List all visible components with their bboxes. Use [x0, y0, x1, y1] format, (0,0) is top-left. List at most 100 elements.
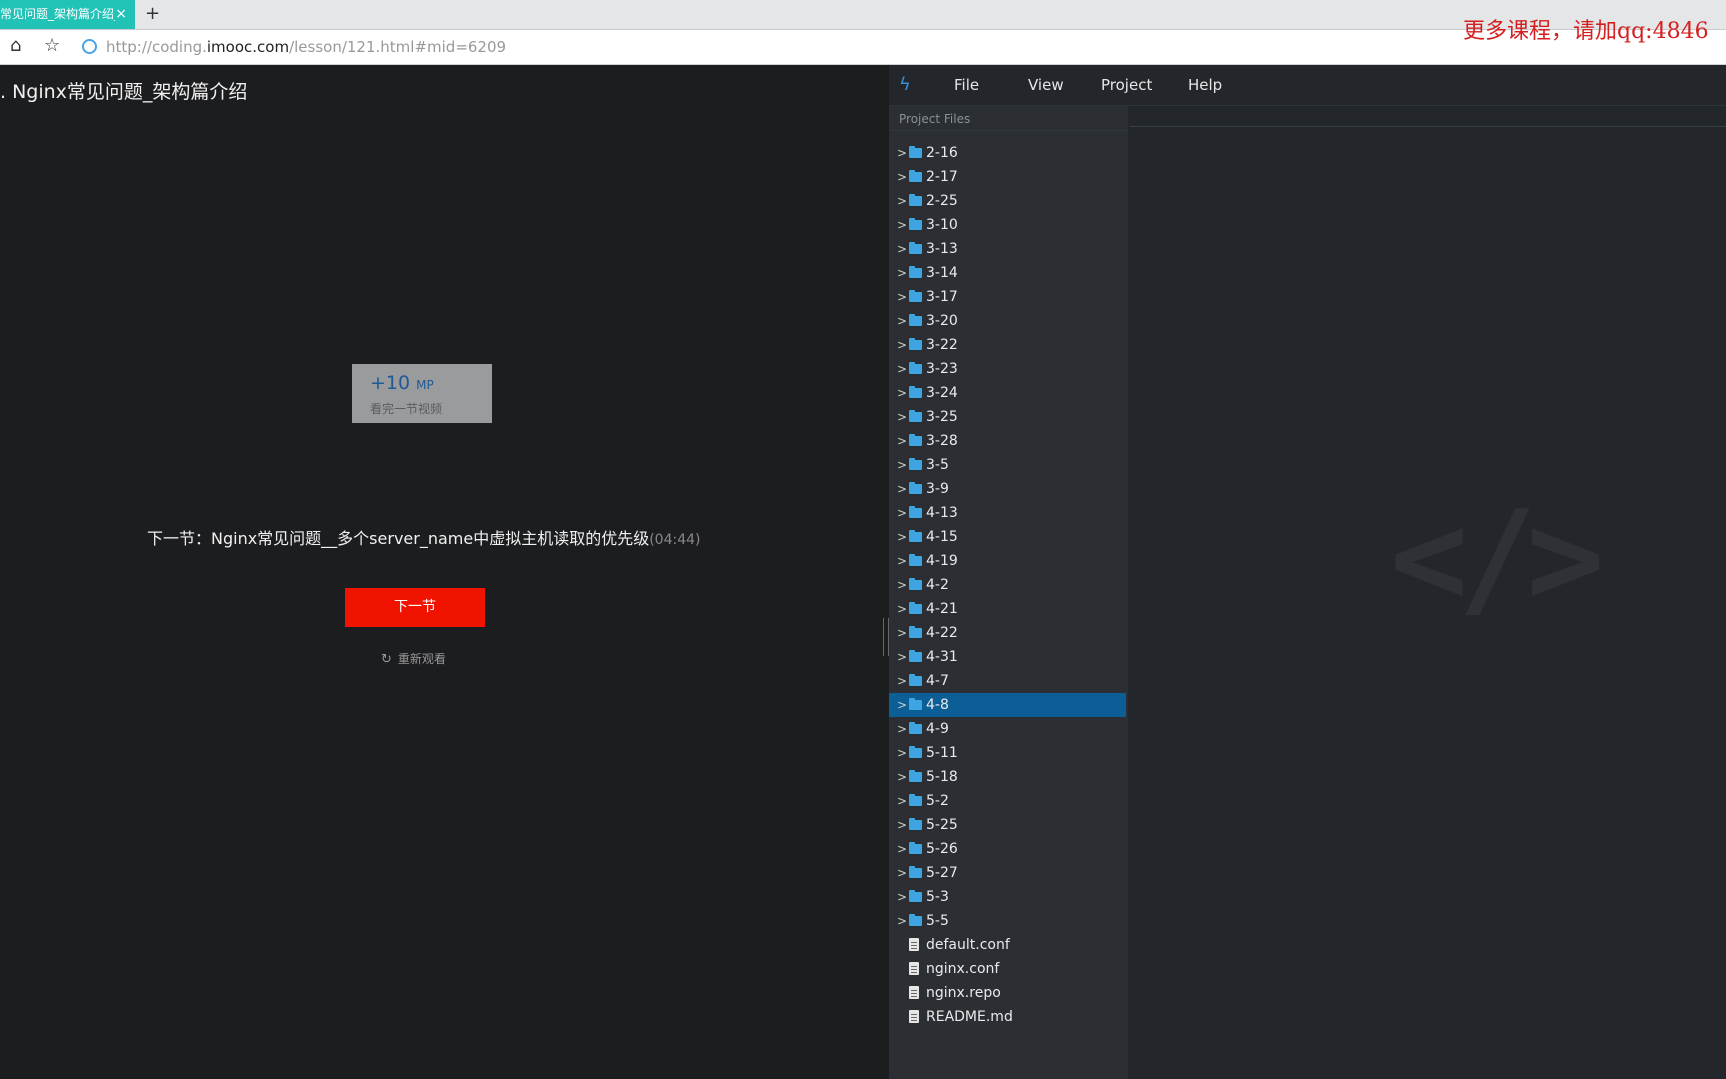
chevron-right-icon[interactable]: > [897, 285, 907, 309]
menu-file[interactable]: File [954, 76, 979, 94]
tree-folder-item[interactable]: >3-23 [889, 357, 1126, 381]
folder-icon [909, 914, 922, 926]
mp-reward-card: +10 MP 看完一节视频 [352, 364, 492, 423]
chevron-right-icon[interactable]: > [897, 885, 907, 909]
chevron-right-icon[interactable]: > [897, 741, 907, 765]
tree-file-item[interactable]: default.conf [889, 933, 1126, 957]
tree-folder-item[interactable]: >5-27 [889, 861, 1126, 885]
chevron-right-icon[interactable]: > [897, 549, 907, 573]
folder-icon [909, 482, 922, 494]
chevron-right-icon[interactable]: > [897, 693, 907, 717]
folder-icon [909, 770, 922, 782]
tree-folder-item[interactable]: >5-2 [889, 789, 1126, 813]
chevron-right-icon[interactable]: > [897, 141, 907, 165]
tree-folder-item[interactable]: >2-25 [889, 189, 1126, 213]
tree-item-label: 4-15 [926, 529, 958, 545]
chevron-right-icon[interactable]: > [897, 573, 907, 597]
replay-button[interactable]: ↻ 重新观看 [381, 650, 446, 667]
folder-icon [909, 146, 922, 158]
tree-folder-item[interactable]: >3-22 [889, 333, 1126, 357]
chevron-right-icon[interactable]: > [897, 813, 907, 837]
chevron-right-icon[interactable]: > [897, 597, 907, 621]
chevron-right-icon[interactable]: > [897, 333, 907, 357]
tree-folder-item[interactable]: >3-25 [889, 405, 1126, 429]
chevron-right-icon[interactable]: > [897, 429, 907, 453]
file-icon [909, 1010, 919, 1023]
chevron-right-icon[interactable]: > [897, 309, 907, 333]
chevron-right-icon[interactable]: > [897, 525, 907, 549]
tree-folder-item[interactable]: >4-8 [889, 693, 1126, 717]
tree-folder-item[interactable]: >4-19 [889, 549, 1126, 573]
tree-folder-item[interactable]: >3-24 [889, 381, 1126, 405]
tree-folder-item[interactable]: >4-13 [889, 501, 1126, 525]
menu-view[interactable]: View [1028, 76, 1064, 94]
chevron-right-icon[interactable]: > [897, 165, 907, 189]
menu-help[interactable]: Help [1188, 76, 1222, 94]
chevron-right-icon[interactable]: > [897, 837, 907, 861]
chevron-right-icon[interactable]: > [897, 669, 907, 693]
tree-folder-item[interactable]: >3-28 [889, 429, 1126, 453]
tree-folder-item[interactable]: >4-15 [889, 525, 1126, 549]
chevron-right-icon[interactable]: > [897, 621, 907, 645]
chevron-right-icon[interactable]: > [897, 645, 907, 669]
tree-folder-item[interactable]: >4-7 [889, 669, 1126, 693]
url-input[interactable]: http://coding.imooc.com/lesson/121.html#… [106, 37, 506, 57]
close-icon[interactable]: × [115, 0, 127, 29]
home-icon[interactable]: ⌂ [10, 36, 21, 56]
menu-project[interactable]: Project [1101, 76, 1152, 94]
chevron-right-icon[interactable]: > [897, 909, 907, 933]
tree-folder-item[interactable]: >5-18 [889, 765, 1126, 789]
tree-folder-item[interactable]: >5-5 [889, 909, 1126, 933]
tree-folder-item[interactable]: >4-22 [889, 621, 1126, 645]
tree-folder-item[interactable]: >5-3 [889, 885, 1126, 909]
file-icon [909, 962, 919, 975]
chevron-right-icon[interactable]: > [897, 213, 907, 237]
chevron-right-icon[interactable]: > [897, 405, 907, 429]
tree-item-label: 3-23 [926, 361, 958, 377]
chevron-right-icon[interactable]: > [897, 453, 907, 477]
chevron-right-icon[interactable]: > [897, 501, 907, 525]
chevron-right-icon[interactable]: > [897, 477, 907, 501]
folder-icon [909, 506, 922, 518]
tree-folder-item[interactable]: >3-13 [889, 237, 1126, 261]
tree-folder-item[interactable]: >3-14 [889, 261, 1126, 285]
tree-item-label: 4-2 [926, 577, 949, 593]
folder-icon [909, 866, 922, 878]
tree-folder-item[interactable]: >3-5 [889, 453, 1126, 477]
tree-folder-item[interactable]: >5-26 [889, 837, 1126, 861]
chevron-right-icon[interactable]: > [897, 765, 907, 789]
tree-folder-item[interactable]: >3-17 [889, 285, 1126, 309]
tree-item-label: 5-11 [926, 745, 958, 761]
tree-file-item[interactable]: README.md [889, 1005, 1126, 1029]
tab-title: 常见问题_架构篇介绍_ [0, 7, 115, 21]
tree-folder-item[interactable]: >5-25 [889, 813, 1126, 837]
site-security-icon [82, 39, 97, 54]
tree-folder-item[interactable]: >2-17 [889, 165, 1126, 189]
chevron-right-icon[interactable]: > [897, 189, 907, 213]
tree-folder-item[interactable]: >3-9 [889, 477, 1126, 501]
chevron-right-icon[interactable]: > [897, 261, 907, 285]
tree-file-item[interactable]: nginx.conf [889, 957, 1126, 981]
tree-folder-item[interactable]: >4-2 [889, 573, 1126, 597]
tree-folder-item[interactable]: >4-31 [889, 645, 1126, 669]
chevron-right-icon[interactable]: > [897, 717, 907, 741]
tree-file-item[interactable]: nginx.repo [889, 981, 1126, 1005]
chevron-right-icon[interactable]: > [897, 357, 907, 381]
browser-tab[interactable]: 常见问题_架构篇介绍_ × [0, 0, 135, 29]
tree-folder-item[interactable]: >4-21 [889, 597, 1126, 621]
chevron-right-icon[interactable]: > [897, 861, 907, 885]
tree-folder-item[interactable]: >5-11 [889, 741, 1126, 765]
chevron-right-icon[interactable]: > [897, 237, 907, 261]
chevron-right-icon[interactable]: > [897, 789, 907, 813]
chevron-right-icon[interactable]: > [897, 381, 907, 405]
tree-folder-item[interactable]: >3-20 [889, 309, 1126, 333]
next-lesson-button[interactable]: 下一节 [345, 588, 485, 627]
tree-folder-item[interactable]: >3-10 [889, 213, 1126, 237]
tree-item-label: 3-9 [926, 481, 949, 497]
video-panel: . Nginx常见问题_架构篇介绍 +10 MP 看完一节视频 下一节：Ngin… [0, 65, 889, 1079]
new-tab-button[interactable]: + [145, 0, 160, 29]
tree-folder-item[interactable]: >2-16 [889, 141, 1126, 165]
star-icon[interactable]: ☆ [44, 36, 60, 56]
folder-icon [909, 338, 922, 350]
tree-folder-item[interactable]: >4-9 [889, 717, 1126, 741]
